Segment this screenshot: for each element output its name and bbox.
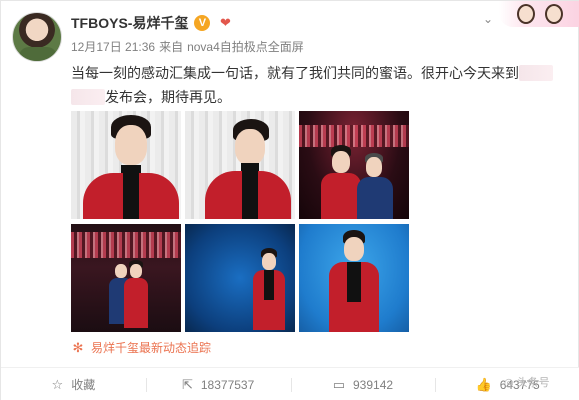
photo-thumbnail[interactable]	[71, 224, 181, 332]
post-action-bar: ☆ 收藏 ⇱ 18377537 ▭ 939142 👍 643775	[1, 367, 579, 400]
watermark-logo-icon: ◎	[504, 376, 514, 389]
post-text-line2: 发布会，期待再见。	[105, 89, 231, 105]
comment-count: 939142	[353, 377, 394, 392]
username-link[interactable]: TFBOYS-易烊千玺	[71, 13, 188, 33]
watermark: ◎ 头条号	[504, 374, 550, 390]
user-avatar[interactable]	[12, 12, 62, 62]
vip-heart-icon[interactable]: ❤	[216, 15, 234, 31]
photo-thumbnail[interactable]	[299, 224, 409, 332]
source-prefix: 来自	[159, 40, 184, 54]
post-source-device[interactable]: nova4自拍极点全面屏	[187, 38, 304, 55]
favorite-button[interactable]: ☆ 收藏	[1, 368, 146, 400]
comment-button[interactable]: ▭ 939142	[290, 368, 436, 400]
thumbs-up-icon: 👍	[475, 376, 492, 392]
redacted-text	[71, 89, 105, 105]
watermark-text: 头条号	[516, 377, 550, 389]
weibo-post-card: TFBOYS-易烊千玺 V ❤ ⌄ 12月17日 21:36 来自 nova4自…	[0, 0, 579, 400]
repost-button[interactable]: ⇱ 18377537	[145, 368, 291, 400]
verified-badge-icon[interactable]: V	[194, 15, 211, 31]
photo-thumbnail[interactable]	[185, 111, 295, 219]
favorite-label: 收藏	[71, 378, 96, 392]
tracking-label[interactable]: 易烊千玺最新动态追踪	[91, 339, 211, 356]
post-text-line1: 当每一刻的感动汇集成一句话，就有了我们共同的蜜语。很开心今天来到	[71, 65, 519, 81]
repost-icon: ⇱	[181, 376, 193, 392]
repost-count: 18377537	[200, 377, 255, 392]
sparkle-icon: ✻	[72, 339, 84, 355]
photo-thumbnail[interactable]	[185, 224, 295, 332]
comment-icon: ▭	[332, 376, 345, 392]
post-timestamp[interactable]: 12月17日 21:36	[71, 38, 155, 55]
name-row: TFBOYS-易烊千玺 V ❤	[71, 13, 234, 33]
chevron-down-icon[interactable]: ⌄	[480, 11, 496, 27]
post-meta: 12月17日 21:36 来自 nova4自拍极点全面屏	[71, 38, 304, 55]
redacted-text	[519, 65, 553, 81]
post-text: 当每一刻的感动汇集成一句话，就有了我们共同的蜜语。很开心今天来到 发布会，期待再…	[71, 61, 559, 109]
photo-thumbnail[interactable]	[71, 111, 181, 219]
card-decoration-image	[499, 1, 579, 27]
star-icon: ☆	[51, 376, 64, 392]
topic-tracking-link[interactable]: ✻ 易烊千玺最新动态追踪	[71, 339, 211, 356]
photo-thumbnail[interactable]	[299, 111, 409, 219]
